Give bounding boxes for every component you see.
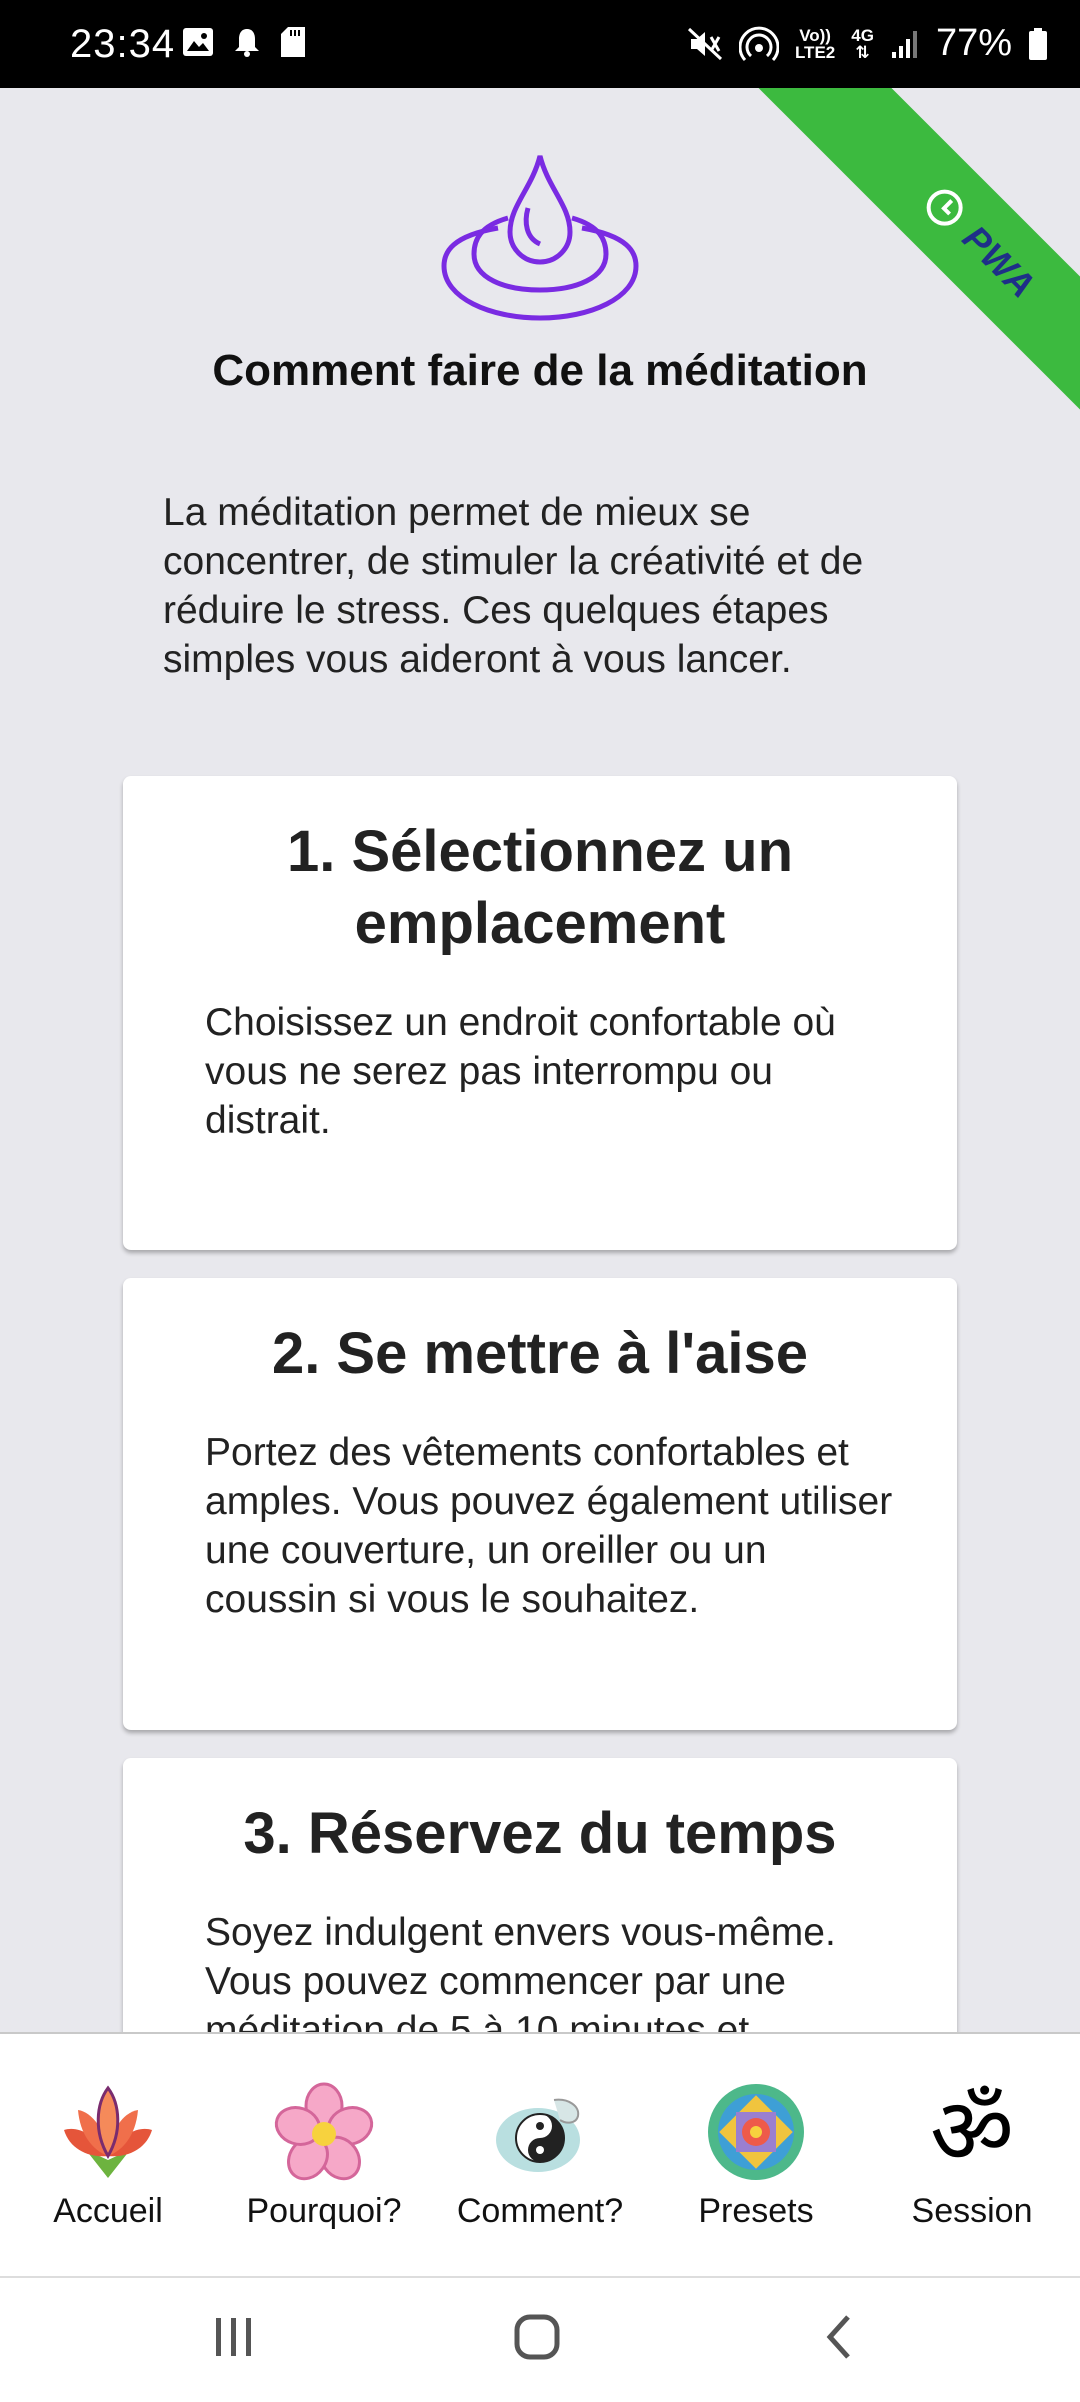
4g-icon: 4G ⇅	[851, 27, 874, 61]
signal-icon	[891, 30, 917, 58]
nav-item-presets[interactable]: Presets	[651, 2034, 861, 2231]
status-time: 23:34	[70, 22, 176, 66]
nav-label: Session	[911, 2192, 1033, 2230]
nav-item-session[interactable]: ॐ Session	[867, 2034, 1077, 2231]
nav-item-accueil[interactable]: Accueil	[3, 2034, 213, 2231]
step-card: 1. Sélectionnez un emplacement Choisisse…	[123, 776, 957, 1250]
recent-apps-icon[interactable]	[212, 2312, 256, 2362]
yin-yang-icon	[496, 2098, 580, 2172]
step-title: 1. Sélectionnez un emplacement	[287, 819, 793, 956]
data-arrows: ⇅	[855, 42, 870, 62]
status-bar: 23:34 Vo)) LTE2 4G ⇅ 77%	[0, 0, 1080, 88]
nav-label: Pourquoi?	[246, 2192, 402, 2230]
nav-label: Accueil	[53, 2192, 163, 2230]
step-body: Soyez indulgent envers vous-même. Vous p…	[205, 1911, 836, 2032]
nav-label: Presets	[698, 2192, 814, 2230]
step-card: 3. Réservez du temps Soyez indulgent env…	[123, 1758, 957, 2032]
hotspot-icon	[738, 26, 779, 61]
bottom-navigation: Accueil Pourquoi? Comment? Presets ॐ Ses…	[0, 2032, 1080, 2276]
intro-text: La méditation permet de mieux se concent…	[163, 491, 864, 681]
mandala-icon	[708, 2084, 804, 2180]
battery-percent: 77%	[935, 22, 1012, 64]
nav-item-pourquoi[interactable]: Pourquoi?	[219, 2034, 429, 2231]
image-icon	[183, 28, 213, 56]
frangipani-flower-icon	[274, 2082, 374, 2181]
sd-card-icon	[281, 27, 305, 57]
main-content[interactable]: Comment faire de la méditation La médita…	[0, 88, 1080, 2032]
network-label: 4G	[851, 25, 874, 45]
step-body: Choisissez un endroit confortable où vou…	[205, 1001, 836, 1142]
home-icon[interactable]	[512, 2312, 562, 2362]
back-icon[interactable]	[820, 2312, 860, 2362]
volte-bottom-label: LTE2	[794, 42, 836, 62]
volte-top-label: Vo))	[799, 25, 831, 45]
step-body: Portez des vêtements confortables et amp…	[205, 1431, 893, 1621]
page-title: Comment faire de la méditation	[212, 346, 868, 395]
lotus-icon	[64, 2085, 152, 2178]
mute-icon	[687, 27, 722, 60]
om-icon: ॐ	[930, 2078, 1014, 2185]
step-card: 2. Se mettre à l'aise Portez des vêtemen…	[123, 1278, 957, 1730]
step-title: 2. Se mettre à l'aise	[271, 1321, 809, 1386]
nav-item-comment[interactable]: Comment?	[435, 2034, 645, 2231]
battery-icon	[1029, 27, 1047, 60]
step-title: 3. Réservez du temps	[243, 1801, 837, 1866]
water-drop-logo-icon	[441, 155, 639, 321]
bell-icon	[235, 29, 259, 57]
system-navigation-bar	[0, 2276, 1080, 2402]
nav-label: Comment?	[456, 2192, 624, 2230]
volte-icon: Vo)) LTE2	[795, 27, 835, 61]
